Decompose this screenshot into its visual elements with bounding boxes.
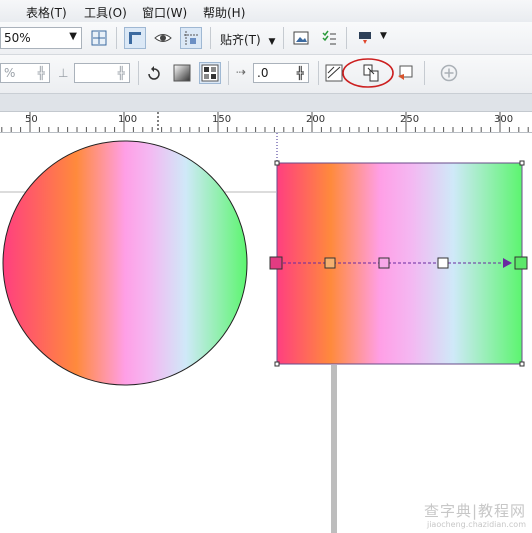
spinner-icon: ╬ xyxy=(117,66,125,80)
menu-bar: 表格(T) 工具(O) 窗口(W) 帮助(H) xyxy=(0,0,532,23)
canvas-artwork xyxy=(0,133,528,533)
pattern-icon xyxy=(201,64,219,82)
gradient-icon xyxy=(173,64,191,82)
import-image-button[interactable] xyxy=(290,27,312,49)
guides-icon xyxy=(184,31,198,45)
launcher-button[interactable] xyxy=(354,27,376,49)
snap-dropdown[interactable]: 贴齐(T) ▼ xyxy=(220,31,275,48)
ruler-label: 100 xyxy=(118,114,138,125)
property-bar: % ╬ ⊥ ╬ ⇢ .0 ╬ xyxy=(0,55,532,94)
page-border-icon xyxy=(129,32,141,44)
menu-tools[interactable]: 工具(O) xyxy=(84,4,127,21)
highlight-circle xyxy=(342,58,394,88)
zoom-level-value: 50% xyxy=(4,31,31,45)
horizontal-ruler[interactable]: 50 100 150 200 250 300 xyxy=(0,112,532,133)
chevron-down-icon[interactable]: ▼ xyxy=(380,31,387,41)
view-icon xyxy=(154,34,172,42)
spinner-icon: ╬ xyxy=(37,66,45,80)
toolbar-separator xyxy=(318,61,319,85)
rotate-icon xyxy=(148,66,160,80)
edit-fill-icon xyxy=(398,65,413,80)
checklist-icon xyxy=(322,30,336,45)
menu-window[interactable]: 窗口(W) xyxy=(142,4,187,21)
ruler-label: 200 xyxy=(306,114,326,125)
menu-help[interactable]: 帮助(H) xyxy=(203,4,245,21)
edit-fill-button[interactable] xyxy=(394,62,416,84)
pattern-fill-button[interactable] xyxy=(199,62,221,84)
toolbar-separator xyxy=(138,61,139,85)
ruler-label: 250 xyxy=(400,114,420,125)
ruler-ticks xyxy=(1,112,529,132)
gradient-end-handle xyxy=(514,256,528,270)
launcher-icon xyxy=(359,32,371,44)
rotate-button[interactable] xyxy=(143,62,165,84)
page-border-button[interactable] xyxy=(124,27,146,49)
toolbar-separator xyxy=(116,27,117,49)
angle-field[interactable]: ╬ xyxy=(74,63,130,83)
chevron-down-icon: ▼ xyxy=(69,31,77,42)
toolbar-separator xyxy=(283,27,284,49)
document-tab-strip xyxy=(0,94,532,112)
zoom-fit-icon xyxy=(91,30,107,46)
gradient-circle xyxy=(2,140,248,386)
toolbar-separator xyxy=(210,27,211,49)
gradient-type-button[interactable] xyxy=(171,62,193,84)
checklist-button[interactable] xyxy=(318,27,340,49)
watermark: 查字典|教程网 jiaocheng.chazidian.com xyxy=(424,500,526,529)
gradient-start-handle xyxy=(269,256,283,270)
offset-icon: ⇢ xyxy=(236,65,247,79)
toolbar-separator xyxy=(228,61,229,85)
zoom-fit-button[interactable] xyxy=(88,27,110,49)
spinner-icon: ╬ xyxy=(296,66,304,80)
stand-bar xyxy=(331,365,337,533)
transparency-field[interactable]: % ╬ xyxy=(0,63,50,83)
edge-offset-value: .0 xyxy=(257,66,269,80)
ruler-label: 150 xyxy=(212,114,232,125)
standard-toolbar: 50% ▼ 贴齐(T) ▼ ▼ xyxy=(0,22,532,55)
chevron-down-icon: ▼ xyxy=(268,37,276,47)
toolbar-separator xyxy=(424,61,425,85)
view-toggle-button[interactable] xyxy=(152,27,174,49)
watermark-main: 查字典|教程网 xyxy=(423,502,526,520)
toolbar-separator xyxy=(346,27,347,49)
guides-button[interactable] xyxy=(180,27,202,49)
snap-label: 贴齐(T) xyxy=(220,33,261,47)
edge-offset-field[interactable]: .0 ╬ xyxy=(253,63,309,83)
zoom-level-select[interactable]: 50% ▼ xyxy=(0,27,82,49)
ruler-label: 300 xyxy=(494,114,514,125)
menu-table[interactable]: 表格(T) xyxy=(26,4,67,21)
import-image-icon xyxy=(293,31,309,45)
add-button[interactable] xyxy=(438,62,460,84)
angle-icon: ⊥ xyxy=(58,66,69,80)
ruler-label: 50 xyxy=(25,114,38,125)
watermark-sub: jiaocheng.chazidian.com xyxy=(426,520,526,529)
drawing-canvas[interactable]: 查字典|教程网 jiaocheng.chazidian.com xyxy=(0,133,532,533)
add-icon xyxy=(440,64,458,82)
transparency-value: % xyxy=(4,66,16,80)
